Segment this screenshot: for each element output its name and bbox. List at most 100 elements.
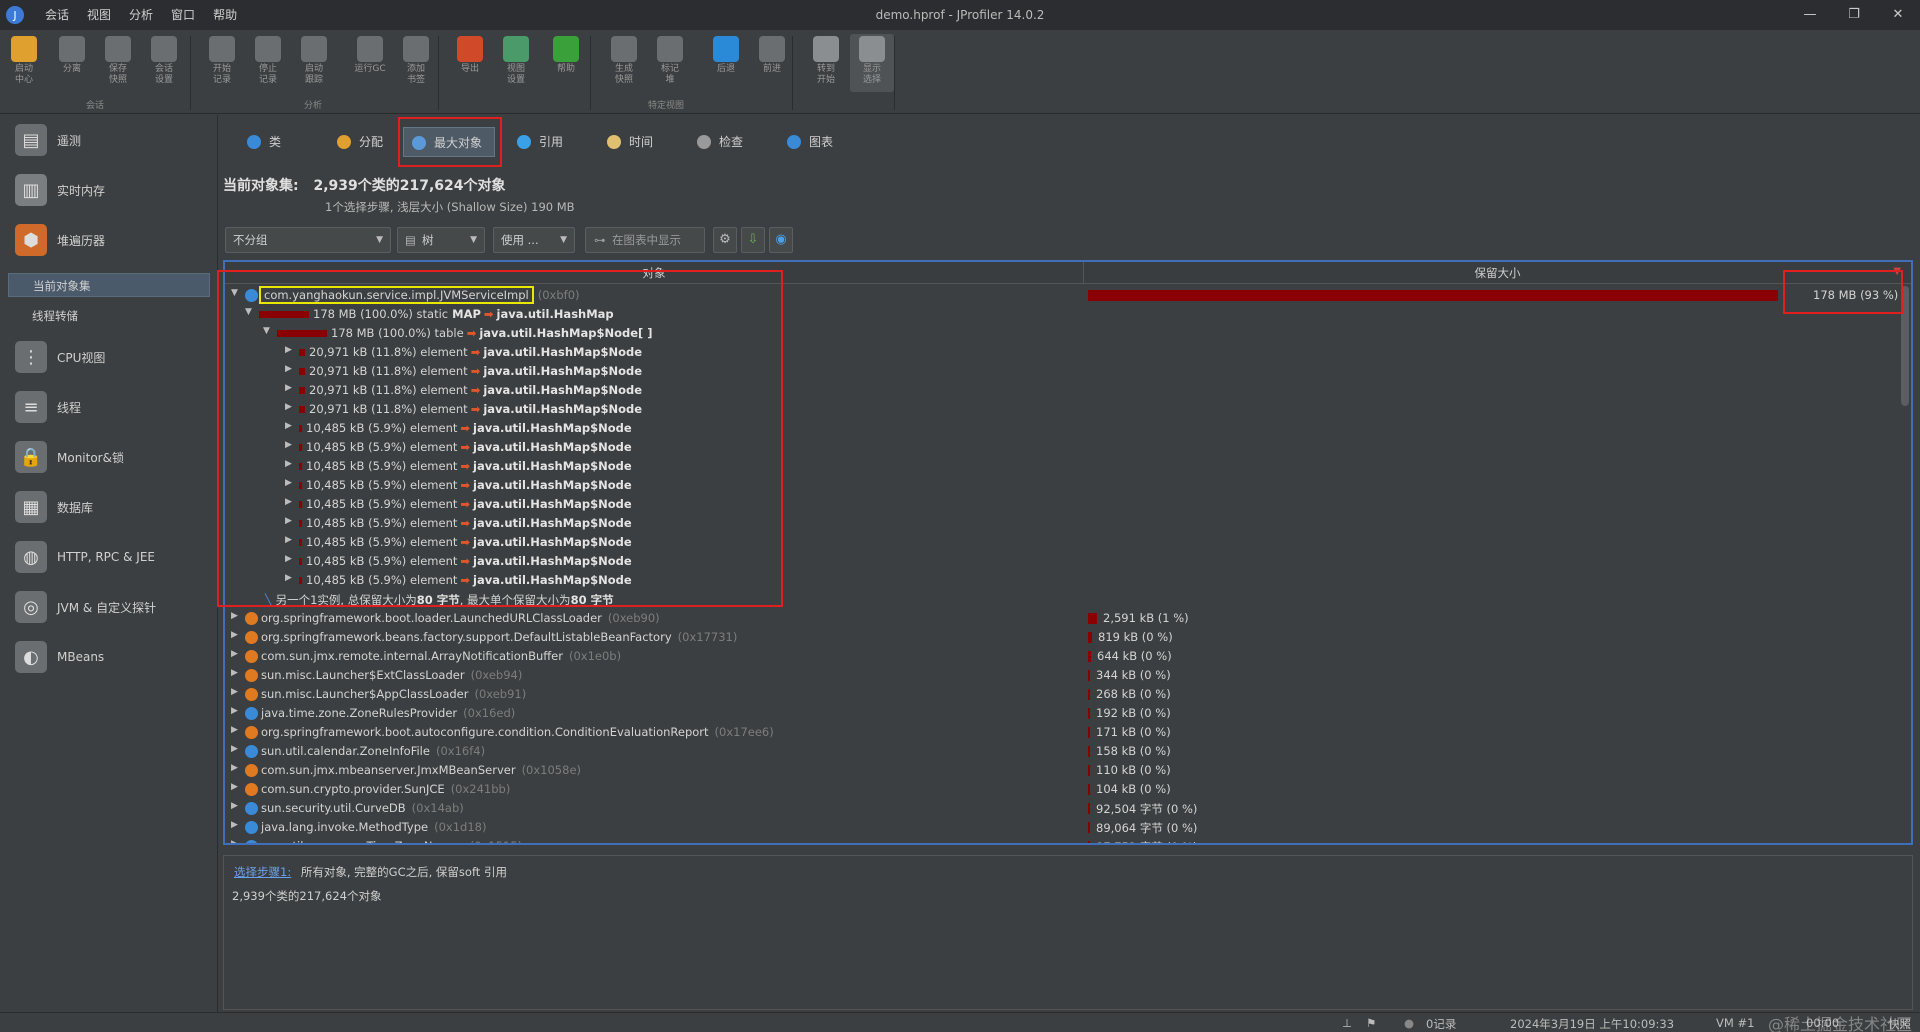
menu-view[interactable]: 视图 bbox=[78, 0, 120, 30]
menu-analyze[interactable]: 分析 bbox=[120, 0, 162, 30]
add-bookmark-button[interactable]: 添加 书签 bbox=[394, 34, 438, 92]
tree-expand-icon[interactable]: ▶ bbox=[285, 345, 292, 355]
selection-step-link[interactable]: 选择步骤1: bbox=[234, 865, 291, 879]
table-row-element[interactable]: ▶ 10,485 kB (5.9%) element ➡ java.util.Hash… bbox=[225, 571, 1911, 590]
sidebar-item-telemetry[interactable]: ▤ 遥测 bbox=[0, 118, 218, 162]
table-row-map-field[interactable]: ▼ 178 MB (100.0%) static MAP ➡ java.util.Has… bbox=[225, 305, 1911, 324]
tab-time[interactable]: 时间 bbox=[599, 127, 671, 157]
table-row-element[interactable]: ▶ 10,485 kB (5.9%) element ➡ java.util.Hash… bbox=[225, 457, 1911, 476]
close-button[interactable]: ✕ bbox=[1876, 0, 1920, 30]
sidebar-item-threads[interactable]: ≡ 线程 bbox=[0, 385, 218, 429]
tree-expand-icon[interactable]: ▶ bbox=[285, 554, 292, 564]
table-row[interactable]: ▶ sun.misc.Launcher$ExtClassLoader (0xeb94… bbox=[225, 666, 1911, 685]
table-row-element[interactable]: ▶ 10,485 kB (5.9%) element ➡ java.util.Hash… bbox=[225, 533, 1911, 552]
table-row[interactable]: ▶ com.sun.jmx.remote.internal.ArrayNotifi… bbox=[225, 647, 1911, 666]
generate-snapshot-button[interactable]: 生成 快照 bbox=[602, 34, 646, 92]
table-row[interactable]: ▶ org.springframework.boot.autoconfigure.… bbox=[225, 723, 1911, 742]
table-row-more-instances[interactable]: ╲ 另一个1实例, 总保留大小为80 字节, 最大单个保留大小为80 字节 bbox=[225, 590, 1911, 609]
table-row-top-object[interactable]: ▼ com.yanghaokun.service.impl.JVMServiceI… bbox=[225, 286, 1911, 305]
tree-expand-icon[interactable]: ▶ bbox=[231, 725, 238, 735]
sidebar-item-jvm-probes[interactable]: ◎ JVM & 自定义探针 bbox=[0, 585, 218, 629]
minimize-button[interactable]: — bbox=[1788, 0, 1832, 30]
tree-expand-icon[interactable]: ▶ bbox=[285, 440, 292, 450]
use-dropdown[interactable]: 使用 ... ▼ bbox=[493, 227, 575, 253]
table-row[interactable]: ▶ sun.util.calendar.ZoneInfoFile (0x16f4) 1… bbox=[225, 742, 1911, 761]
table-row[interactable]: ▶ org.springframework.boot.loader.Launche… bbox=[225, 609, 1911, 628]
stop-recording-button[interactable]: 停止 记录 bbox=[246, 34, 290, 92]
sidebar-sub-thread-dump[interactable]: 线程转储 bbox=[8, 304, 210, 328]
menu-help[interactable]: 帮助 bbox=[204, 0, 246, 30]
export-button[interactable]: 导出 bbox=[448, 34, 492, 92]
tab-allocations[interactable]: 分配 bbox=[329, 127, 399, 157]
settings-gear-icon[interactable]: ⚙ bbox=[713, 227, 737, 253]
table-row-element[interactable]: ▶ 20,971 kB (11.8%) element ➡ java.util.Has… bbox=[225, 362, 1911, 381]
tree-expand-icon[interactable]: ▶ bbox=[285, 459, 292, 469]
table-row-element[interactable]: ▶ 10,485 kB (5.9%) element ➡ java.util.Hash… bbox=[225, 438, 1911, 457]
table-row-element[interactable]: ▶ 10,485 kB (5.9%) element ➡ java.util.Hash… bbox=[225, 552, 1911, 571]
tree-expand-icon[interactable]: ▶ bbox=[231, 820, 238, 830]
grouping-dropdown[interactable]: 不分组 ▼ bbox=[225, 227, 391, 253]
tree-expand-icon[interactable]: ▶ bbox=[285, 402, 292, 412]
tree-expand-icon[interactable]: ▶ bbox=[285, 535, 292, 545]
table-row-element[interactable]: ▶ 10,485 kB (5.9%) element ➡ java.util.Hash… bbox=[225, 514, 1911, 533]
tree-expand-icon[interactable]: ▶ bbox=[231, 839, 238, 843]
sidebar-item-cpu-views[interactable]: ⋮ CPU视图 bbox=[0, 335, 218, 379]
table-row[interactable]: ▶ sun.misc.Launcher$AppClassLoader (0xeb91… bbox=[225, 685, 1911, 704]
sidebar-item-monitors-locks[interactable]: 🔒 Monitor&锁 bbox=[0, 435, 218, 479]
column-retained-size[interactable]: 保留大小 bbox=[1084, 262, 1911, 284]
table-row[interactable]: ▶ org.springframework.beans.factory.suppo… bbox=[225, 628, 1911, 647]
tree-expand-icon[interactable]: ▶ bbox=[231, 782, 238, 792]
tab-inspections[interactable]: 检查 bbox=[689, 127, 761, 157]
tree-expand-icon[interactable]: ▶ bbox=[231, 687, 238, 697]
tree-expand-icon[interactable]: ▶ bbox=[285, 478, 292, 488]
tree-expand-icon[interactable]: ▶ bbox=[231, 630, 238, 640]
tree-expand-icon[interactable]: ▶ bbox=[285, 516, 292, 526]
sidebar-item-heap-walker[interactable]: ⬢ 堆遍历器 bbox=[0, 218, 218, 262]
detach-button[interactable]: 分离 bbox=[50, 34, 94, 92]
tree-expand-icon[interactable]: ▶ bbox=[285, 421, 292, 431]
tree-expand-icon[interactable]: ▶ bbox=[285, 364, 292, 374]
tab-graph[interactable]: 图表 bbox=[779, 127, 851, 157]
table-row[interactable]: ▶ java.time.zone.ZoneRulesProvider (0x16ed… bbox=[225, 704, 1911, 723]
run-gc-button[interactable]: 运行GC bbox=[348, 34, 392, 92]
sidebar-item-live-memory[interactable]: ▥ 实时内存 bbox=[0, 168, 218, 212]
table-row[interactable]: ▶ sun.util.resources.TimeZoneNames (0x1515… bbox=[225, 837, 1911, 843]
inspect-icon[interactable]: ◉ bbox=[769, 227, 793, 253]
table-row[interactable]: ▶ com.sun.crypto.provider.SunJCE (0x241bb)… bbox=[225, 780, 1911, 799]
tree-expand-icon[interactable]: ▶ bbox=[285, 573, 292, 583]
vertical-scrollbar[interactable] bbox=[1901, 286, 1909, 406]
go-to-start-button[interactable]: 转到 开始 bbox=[804, 34, 848, 92]
sidebar-item-databases[interactable]: ▦ 数据库 bbox=[0, 485, 218, 529]
sidebar-sub-current-object-set[interactable]: 当前对象集 bbox=[8, 273, 210, 297]
flag-icon[interactable]: ⚑ bbox=[1366, 1016, 1376, 1030]
view-settings-button[interactable]: 视图 设置 bbox=[494, 34, 538, 92]
show-selection-button[interactable]: 显示 选择 bbox=[850, 34, 894, 92]
tree-expand-icon[interactable]: ▶ bbox=[231, 706, 238, 716]
export-icon[interactable]: ⇩ bbox=[741, 227, 765, 253]
table-row-element[interactable]: ▶ 10,485 kB (5.9%) element ➡ java.util.Hash… bbox=[225, 495, 1911, 514]
show-in-graph-button[interactable]: ⊶ 在图表中显示 bbox=[585, 227, 705, 253]
tree-expand-icon[interactable]: ▶ bbox=[285, 497, 292, 507]
tab-classes[interactable]: 类 bbox=[239, 127, 309, 157]
sidebar-item-mbeans[interactable]: ◐ MBeans bbox=[0, 635, 218, 679]
menu-window[interactable]: 窗口 bbox=[162, 0, 204, 30]
tree-expand-icon[interactable]: ▶ bbox=[285, 383, 292, 393]
pin-icon[interactable]: ⊥ bbox=[1342, 1016, 1352, 1030]
table-row-element[interactable]: ▶ 10,485 kB (5.9%) element ➡ java.util.Hash… bbox=[225, 419, 1911, 438]
tree-collapse-icon[interactable]: ▼ bbox=[231, 288, 238, 298]
table-row[interactable]: ▶ java.lang.invoke.MethodType (0x1d18) 89,0… bbox=[225, 818, 1911, 837]
table-row-table-field[interactable]: ▼ 178 MB (100.0%) table ➡ java.util.HashMap… bbox=[225, 324, 1911, 343]
help-button[interactable]: 帮助 bbox=[544, 34, 588, 92]
start-tracking-button[interactable]: 启动 跟踪 bbox=[292, 34, 336, 92]
back-button[interactable]: 后退 bbox=[704, 34, 748, 92]
tree-collapse-icon[interactable]: ▼ bbox=[245, 307, 252, 317]
start-center-button[interactable]: 启动 中心 bbox=[2, 34, 46, 92]
view-mode-dropdown[interactable]: ▤ 树 ▼ bbox=[397, 227, 485, 253]
table-row-element[interactable]: ▶ 10,485 kB (5.9%) element ➡ java.util.Hash… bbox=[225, 476, 1911, 495]
tree-expand-icon[interactable]: ▶ bbox=[231, 668, 238, 678]
tree-expand-icon[interactable]: ▶ bbox=[231, 801, 238, 811]
restore-button[interactable]: ❐ bbox=[1832, 0, 1876, 30]
tree-expand-icon[interactable]: ▶ bbox=[231, 611, 238, 621]
session-settings-button[interactable]: 会话 设置 bbox=[142, 34, 186, 92]
table-row-element[interactable]: ▶ 20,971 kB (11.8%) element ➡ java.util.Has… bbox=[225, 400, 1911, 419]
